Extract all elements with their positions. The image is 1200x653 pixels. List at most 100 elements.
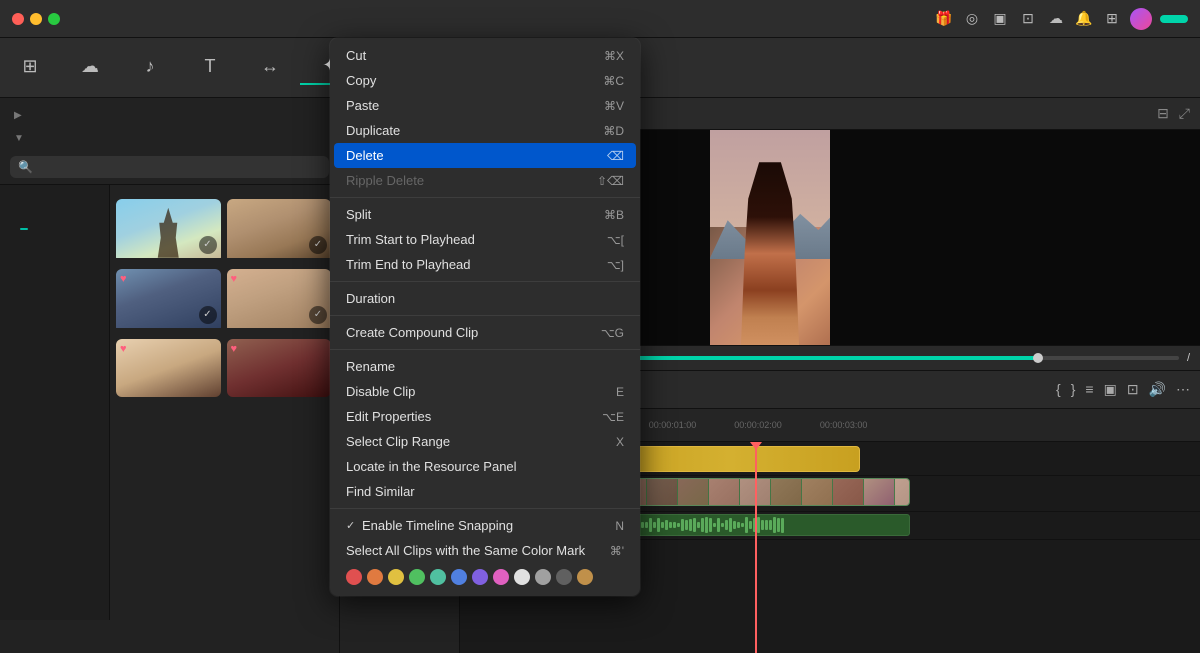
frame-13 [833, 479, 863, 505]
search-input[interactable] [39, 160, 321, 174]
color-dot[interactable] [472, 569, 488, 585]
color-dot[interactable] [556, 569, 572, 585]
filter-thumb-hue-plus[interactable]: ♥ ✓ [227, 269, 332, 333]
context-menu-item-rename[interactable]: Rename [330, 354, 640, 379]
context-menu-item-find-similar[interactable]: Find Similar [330, 479, 640, 504]
toolbar-item-stock[interactable]: ☁ [60, 52, 120, 84]
filter-thumb-extra2[interactable]: ♥ [227, 339, 332, 398]
wave-bar [681, 519, 684, 531]
filter-thumb-extra1[interactable]: ♥ [116, 339, 221, 398]
bookmark-icon[interactable]: ⊡ [1018, 9, 1038, 29]
bracket-close-icon[interactable]: } [1071, 381, 1076, 398]
close-button[interactable] [12, 13, 24, 25]
heart-icon-4: ♥ [231, 343, 238, 355]
context-menu-item-snapping[interactable]: ✓Enable Timeline SnappingN [330, 513, 640, 538]
tab-mine[interactable]: ▶ [0, 104, 339, 127]
more-icon[interactable]: ⋯ [1176, 381, 1190, 398]
context-menu-item-shortcut: ⌥G [601, 326, 624, 340]
toolbar-item-titles[interactable]: T [180, 52, 240, 84]
color-dot[interactable] [493, 569, 509, 585]
bell-icon[interactable]: 🔔 [1074, 9, 1094, 29]
wave-bar [641, 522, 644, 528]
bracket-open-icon[interactable]: { [1056, 381, 1061, 398]
context-menu-item-duration[interactable]: Duration [330, 286, 640, 311]
context-menu-item-label: Select Clip Range [346, 434, 616, 449]
category-item-cinematic[interactable] [0, 251, 109, 265]
category-item-retro[interactable] [0, 265, 109, 279]
heart-icon-2: ♥ [231, 273, 238, 285]
category-item-lifestyle[interactable] [0, 237, 109, 251]
context-menu-item-edit-props[interactable]: Edit Properties⌥E [330, 404, 640, 429]
filter-thumb-conetrast[interactable]: ♥ ✓ [116, 269, 221, 333]
display-icon[interactable]: ▣ [990, 9, 1010, 29]
align-icon[interactable]: ≡ [1085, 381, 1093, 398]
context-menu-item-compound[interactable]: Create Compound Clip⌥G [330, 320, 640, 345]
grid-icon[interactable]: ⊞ [1102, 9, 1122, 29]
volume-icon[interactable]: 🔊 [1149, 381, 1166, 398]
fullscreen-button[interactable] [48, 13, 60, 25]
panel-tabs: ▶ ▼ [0, 98, 339, 150]
category-item-basic[interactable] [0, 193, 109, 207]
camera-icon[interactable]: ⊡ [1127, 381, 1139, 398]
context-menu-item-cut[interactable]: Cut⌘X [330, 43, 640, 68]
context-menu-item-shortcut: ⌘C [603, 74, 624, 88]
toolbar-item-audio[interactable]: ♪ [120, 52, 180, 84]
context-menu-item-delete[interactable]: Delete⌫ [334, 143, 636, 168]
toolbar-item-transitions[interactable]: ↔ [240, 52, 300, 84]
category-item-featured[interactable] [0, 207, 109, 221]
wave-bar [693, 518, 696, 532]
context-menu-item-duplicate[interactable]: Duplicate⌘D [330, 118, 640, 143]
expand-icon[interactable]: ⤢ [1179, 105, 1190, 122]
category-item-mono[interactable] [0, 221, 109, 237]
filter-thumb-sierra[interactable]: ✓ [227, 199, 332, 263]
monitor-icon[interactable]: ▣ [1104, 381, 1117, 398]
context-menu-item-split[interactable]: Split⌘B [330, 202, 640, 227]
color-dot[interactable] [577, 569, 593, 585]
filter-thumb-img-conetrast: ♥ ✓ [116, 269, 221, 328]
gift-icon[interactable]: 🎁 [934, 9, 954, 29]
context-menu-item-copy[interactable]: Copy⌘C [330, 68, 640, 93]
color-dot[interactable] [514, 569, 530, 585]
color-dot[interactable] [451, 569, 467, 585]
context-menu: Cut⌘XCopy⌘CPaste⌘VDuplicate⌘DDelete⌫Ripp… [330, 38, 640, 596]
user-circle-icon[interactable]: ◎ [962, 9, 982, 29]
context-menu-item-label: Duplicate [346, 123, 603, 138]
context-menu-item-disable[interactable]: Disable ClipE [330, 379, 640, 404]
context-menu-item-select-range[interactable]: Select Clip RangeX [330, 429, 640, 454]
frame-15 [895, 479, 909, 505]
cloud-icon[interactable]: ☁ [1046, 9, 1066, 29]
color-dot[interactable] [367, 569, 383, 585]
filter-thumb-img-extra2: ♥ [227, 339, 332, 398]
wave-bar [665, 520, 668, 529]
context-menu-item-label: Ripple Delete [346, 173, 597, 188]
color-dot[interactable] [346, 569, 362, 585]
filter-label-sunny-days [116, 258, 221, 263]
grid-view-icon[interactable]: ⊟ [1157, 105, 1169, 122]
context-menu-item-color-mark[interactable]: Select All Clips with the Same Color Mar… [330, 538, 640, 563]
export-button[interactable] [1160, 15, 1188, 23]
color-dot[interactable] [388, 569, 404, 585]
filter-thumb-sunny-days[interactable]: ✓ [116, 199, 221, 263]
context-menu-item-locate[interactable]: Locate in the Resource Panel [330, 454, 640, 479]
context-menu-item-shortcut: N [615, 519, 624, 533]
filter-categories: ✓ ✓ ♥ ✓ [0, 185, 339, 620]
color-dot[interactable] [535, 569, 551, 585]
ctl-icon-group-right: { } ≡ ▣ ⊡ 🔊 ⋯ [1056, 381, 1190, 398]
context-menu-item-paste[interactable]: Paste⌘V [330, 93, 640, 118]
context-menu-item-trim-end[interactable]: Trim End to Playhead⌥] [330, 252, 640, 277]
minimize-button[interactable] [30, 13, 42, 25]
wave-bar [765, 520, 768, 531]
context-menu-item-label: Trim End to Playhead [346, 257, 607, 272]
tab-filters[interactable]: ▼ [0, 127, 339, 150]
context-menu-item-shortcut: ⌫ [607, 149, 624, 163]
traffic-lights [0, 13, 60, 25]
color-dot[interactable] [409, 569, 425, 585]
avatar[interactable] [1130, 8, 1152, 30]
wave-bar [741, 523, 744, 526]
context-menu-item-shortcut: ⌘D [603, 124, 624, 138]
context-menu-item-trim-start[interactable]: Trim Start to Playhead⌥[ [330, 227, 640, 252]
filter-grid-panel: ✓ ✓ ♥ ✓ [110, 185, 339, 620]
toolbar-item-media[interactable]: ⊞ [0, 52, 60, 84]
color-dot[interactable] [430, 569, 446, 585]
wave-bar [757, 517, 760, 532]
